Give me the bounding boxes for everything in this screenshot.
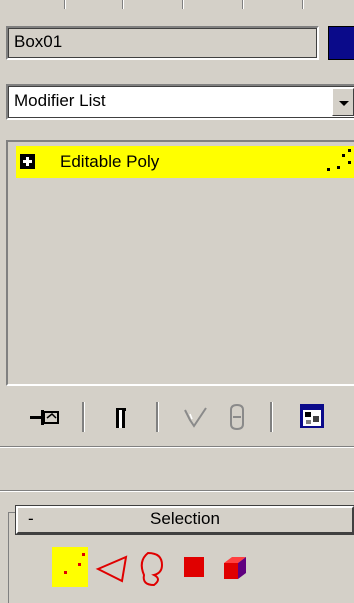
element-icon[interactable] [214, 545, 254, 589]
tab-divider [302, 0, 303, 9]
configure-modifier-sets-icon[interactable] [296, 400, 330, 434]
command-panel-tabs [0, 0, 354, 12]
chevron-down-icon[interactable] [332, 88, 354, 116]
tab-divider [64, 0, 65, 9]
vertex-icon[interactable] [50, 545, 90, 589]
rollout-title: Selection [150, 509, 220, 528]
panel-divider [0, 490, 354, 491]
expand-plus-icon[interactable] [20, 154, 35, 169]
pin-stack-icon[interactable] [28, 400, 62, 434]
modifier-stack[interactable]: Editable Poly [6, 140, 354, 386]
toolbar-separator [156, 402, 158, 432]
vertex-dots-icon [327, 149, 351, 171]
tab-divider [182, 0, 183, 9]
toolbar-separator [82, 402, 84, 432]
edge-icon[interactable] [92, 545, 132, 589]
make-unique-icon [184, 407, 207, 428]
border-icon[interactable] [132, 545, 172, 589]
show-end-result-icon[interactable] [106, 400, 140, 434]
remove-modifier-icon [230, 403, 244, 431]
polygon-icon[interactable] [174, 545, 214, 589]
object-color-swatch[interactable] [328, 26, 354, 60]
stack-item-editable-poly[interactable]: Editable Poly [16, 146, 354, 178]
modifier-list-label: Modifier List [14, 91, 106, 110]
object-name-input[interactable]: Box01 [6, 26, 319, 60]
rollout-header-selection[interactable]: - Selection [15, 505, 354, 535]
stack-toolbar [6, 396, 354, 438]
tab-divider [242, 0, 243, 9]
stack-item-label: Editable Poly [60, 152, 160, 171]
subobject-level-row [50, 545, 350, 589]
modifier-list-dropdown[interactable]: Modifier List [6, 84, 354, 120]
panel-divider [0, 446, 354, 447]
toolbar-separator [270, 402, 272, 432]
tab-divider [122, 0, 123, 9]
